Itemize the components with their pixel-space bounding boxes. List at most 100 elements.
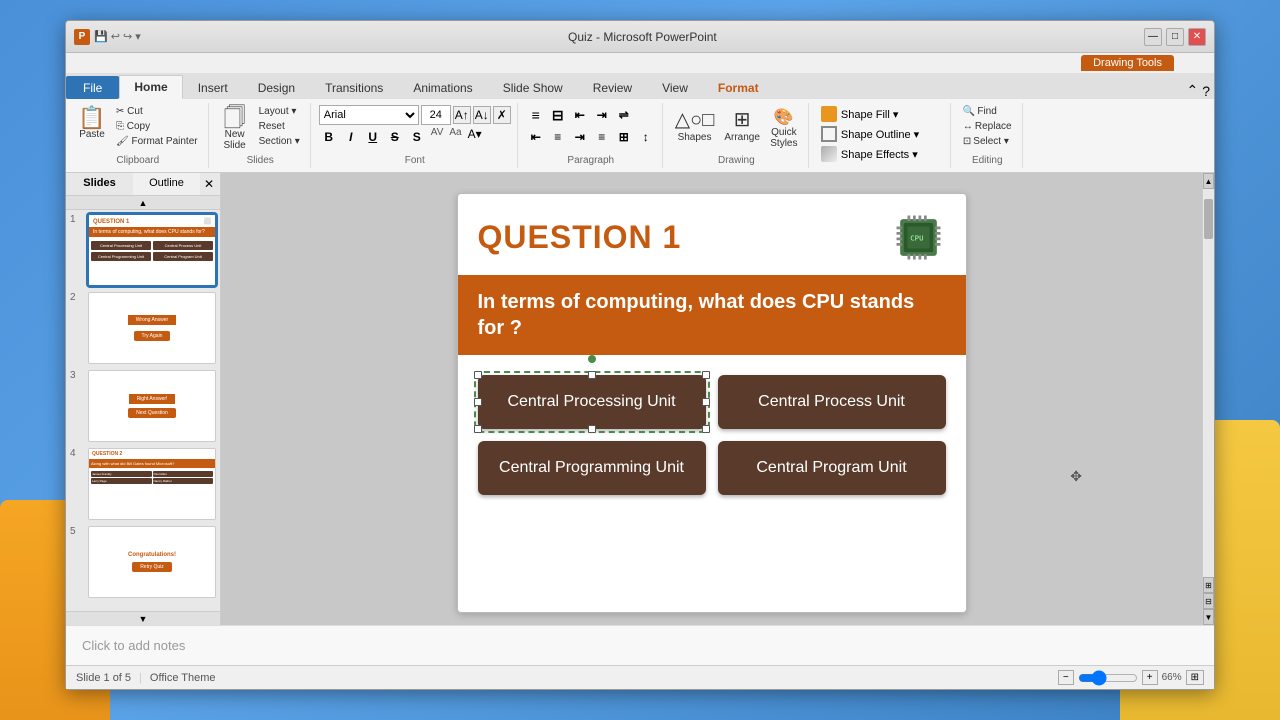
- answer-button-3[interactable]: Central Programming Unit: [478, 441, 706, 495]
- strikethrough-button[interactable]: S: [385, 127, 405, 147]
- ribbon-collapse-button[interactable]: ⌃: [1186, 82, 1198, 99]
- zoom-level: 66%: [1162, 672, 1182, 683]
- copy-button[interactable]: ⎘ Copy: [112, 120, 202, 133]
- slides-tab-slides[interactable]: Slides: [66, 173, 133, 195]
- zoom-controls: − + 66% ⊞: [1058, 670, 1204, 686]
- quick-styles-button[interactable]: 🎨 QuickStyles: [766, 105, 802, 151]
- scroll-up-btn[interactable]: ▲: [1203, 173, 1214, 189]
- fit-window-btn[interactable]: ⊞: [1186, 670, 1204, 685]
- slides-panel-close[interactable]: ✕: [200, 173, 220, 195]
- align-center-button[interactable]: ≡: [548, 127, 568, 147]
- justify-button[interactable]: ≡: [592, 127, 612, 147]
- arrange-button[interactable]: ⊞ Arrange: [720, 105, 764, 145]
- font-increase-button[interactable]: A↑: [453, 106, 471, 124]
- shape-fill-button[interactable]: Shape Fill ▾: [817, 105, 903, 123]
- slide-thumb-4[interactable]: 4 QUESTION 2 Along with what did Bill Ga…: [70, 448, 216, 520]
- slide-thumb-5[interactable]: 5 Congratulations! Retry Quiz: [70, 526, 216, 598]
- clear-format-button[interactable]: ✗: [493, 106, 511, 124]
- scroll-thumb[interactable]: [1204, 199, 1213, 239]
- tab-view[interactable]: View: [647, 76, 703, 99]
- numbering-button[interactable]: ⊟: [548, 105, 568, 125]
- thumb-ans-2: Central Process Unit: [153, 241, 213, 250]
- paste-button[interactable]: 📋 Paste: [74, 105, 110, 142]
- shape-outline-button[interactable]: Shape Outline ▾: [817, 125, 923, 143]
- scroll-down-btn[interactable]: ▼: [1203, 609, 1214, 625]
- shadow-button[interactable]: S: [407, 127, 427, 147]
- tab-home[interactable]: Home: [119, 75, 182, 99]
- zoom-in-btn[interactable]: +: [1142, 670, 1158, 685]
- editing-label: Editing: [959, 153, 1016, 166]
- zoom-out-btn[interactable]: −: [1058, 670, 1074, 685]
- ppt-window: P 💾 ↩ ↪ ▾ Quiz - Microsoft PowerPoint — …: [65, 20, 1215, 690]
- text-direction-button[interactable]: ↕: [636, 127, 656, 147]
- shapes-button[interactable]: △○□ Shapes: [671, 105, 719, 145]
- align-left-button[interactable]: ⇤: [526, 127, 546, 147]
- replace-button[interactable]: ↔ Replace: [959, 120, 1016, 133]
- slide-preview-5: Congratulations! Retry Quiz: [88, 526, 216, 598]
- tab-file[interactable]: File: [66, 76, 119, 99]
- find-button[interactable]: 🔍 Find: [959, 105, 1001, 118]
- reset-button[interactable]: Reset: [255, 120, 304, 133]
- font-label: Font: [319, 153, 511, 166]
- slide-num-1: 1: [70, 214, 84, 225]
- slide-thumb-2[interactable]: 2 Wrong Answer Try Again: [70, 292, 216, 364]
- close-button[interactable]: ✕: [1188, 28, 1206, 46]
- scroll-shrink-btn[interactable]: ⊟: [1203, 593, 1214, 609]
- scroll-expand-btn[interactable]: ⊞: [1203, 577, 1214, 593]
- slides-scroll-up[interactable]: ▲: [66, 196, 220, 210]
- thumb-s3-content: Right Answer! Next Question: [89, 371, 215, 441]
- minimize-button[interactable]: —: [1144, 28, 1162, 46]
- indent-inc-button[interactable]: ⇥: [592, 105, 612, 125]
- slides-tab-outline[interactable]: Outline: [133, 173, 200, 195]
- format-painter-button[interactable]: 🖌 Format Painter: [112, 135, 202, 148]
- case-btn[interactable]: Aa: [449, 127, 461, 147]
- maximize-button[interactable]: □: [1166, 28, 1184, 46]
- tab-review[interactable]: Review: [578, 76, 647, 99]
- format-buttons: B I U S S AV Aa A▾: [319, 127, 484, 147]
- font-size-input[interactable]: [421, 105, 451, 125]
- tab-insert[interactable]: Insert: [183, 76, 243, 99]
- tab-design[interactable]: Design: [243, 76, 310, 99]
- section-button[interactable]: Section ▾: [255, 135, 304, 148]
- slide-thumb-3[interactable]: 3 Right Answer! Next Question: [70, 370, 216, 442]
- smartart-button[interactable]: ⇌: [614, 105, 634, 125]
- italic-button[interactable]: I: [341, 127, 361, 147]
- thumb-s4-ans-4: Nancy Rather: [153, 478, 214, 484]
- shape-effects-button[interactable]: Shape Effects ▾: [817, 145, 922, 163]
- tab-animations[interactable]: Animations: [398, 76, 487, 99]
- font-color-btn[interactable]: A▾: [468, 127, 482, 147]
- thumb-s2-content: Wrong Answer Try Again: [89, 293, 215, 363]
- help-button[interactable]: ?: [1202, 83, 1210, 99]
- answer-button-1[interactable]: Central Processing Unit: [478, 375, 706, 429]
- font-family-select[interactable]: Arial: [319, 105, 419, 125]
- zoom-slider[interactable]: [1078, 670, 1138, 686]
- tab-slideshow[interactable]: Slide Show: [488, 76, 578, 99]
- notes-placeholder: Click to add notes: [82, 638, 185, 653]
- scroll-track: [1203, 189, 1214, 577]
- layout-button[interactable]: Layout ▾: [255, 105, 304, 118]
- ribbon-content: 📋 Paste ✂ Cut ⎘ Copy 🖌 Format Painter Cl…: [66, 99, 1214, 172]
- bullets-button[interactable]: ≡: [526, 105, 546, 125]
- tab-format[interactable]: Format: [703, 76, 774, 99]
- bold-button[interactable]: B: [319, 127, 339, 147]
- slides-group: 🗍 NewSlide Layout ▾ Reset Section ▾ Slid…: [211, 103, 311, 168]
- slide-preview-2: Wrong Answer Try Again: [88, 292, 216, 364]
- answer-button-2[interactable]: Central Process Unit: [718, 375, 946, 429]
- slide-canvas[interactable]: QUESTION 1: [457, 193, 967, 613]
- cut-button[interactable]: ✂ Cut: [112, 105, 202, 118]
- tab-transitions[interactable]: Transitions: [310, 76, 398, 99]
- columns-button[interactable]: ⊞: [614, 127, 634, 147]
- shape-effects-label: Shape Effects ▾: [841, 148, 918, 161]
- slides-scroll-down[interactable]: ▼: [66, 611, 220, 625]
- font-decrease-button[interactable]: A↓: [473, 106, 491, 124]
- slide-thumb-1[interactable]: 1 QUESTION 1 ⬜ In terms of computing, wh…: [70, 214, 216, 286]
- align-right-button[interactable]: ⇥: [570, 127, 590, 147]
- answer-button-4[interactable]: Central Program Unit: [718, 441, 946, 495]
- new-slide-button[interactable]: 🗍 NewSlide: [217, 105, 253, 153]
- new-slide-icon: 🗍: [224, 107, 246, 129]
- select-button[interactable]: ⊡ Select ▾: [959, 135, 1013, 148]
- indent-dec-button[interactable]: ⇤: [570, 105, 590, 125]
- thumb-s4-ans-1: James Frankly: [91, 471, 152, 477]
- notes-area[interactable]: Click to add notes: [66, 625, 1214, 665]
- underline-button[interactable]: U: [363, 127, 383, 147]
